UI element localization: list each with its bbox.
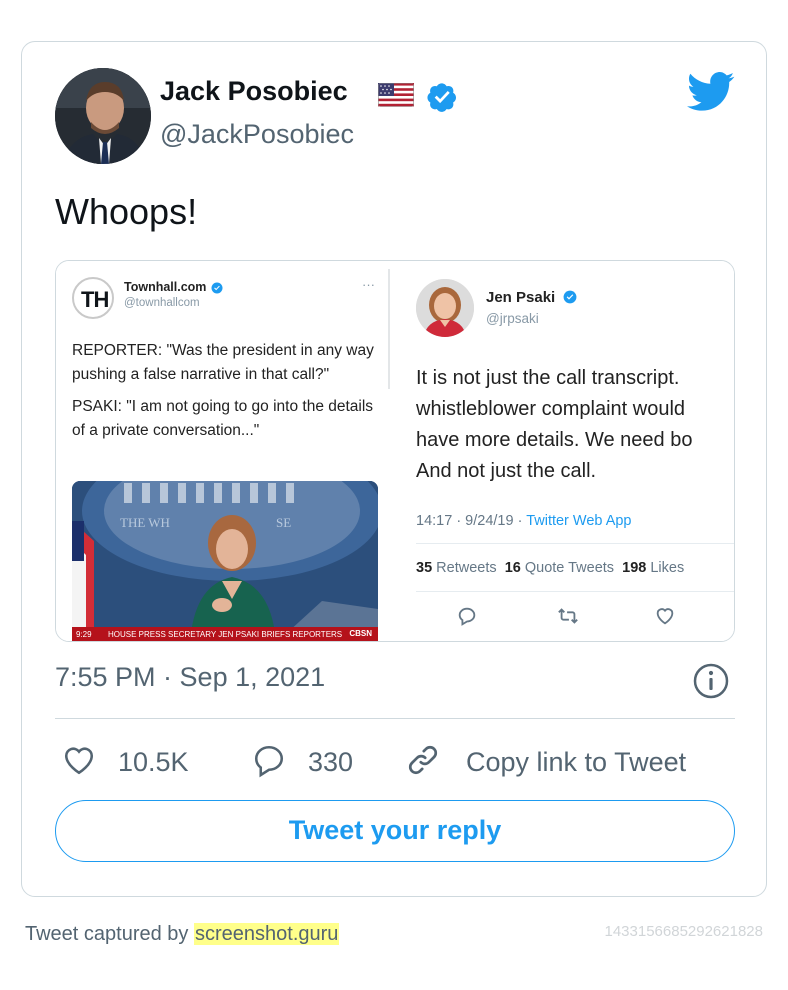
townhall-tweet-body: REPORTER: "Was the president in any way … bbox=[72, 339, 384, 451]
video-chyron-text: HOUSE PRESS SECRETARY JEN PSAKI BRIEFS R… bbox=[108, 630, 343, 639]
verified-badge-icon bbox=[211, 281, 223, 299]
townhall-name: Townhall.com bbox=[124, 280, 207, 294]
capture-credit-prefix: Tweet captured by bbox=[25, 923, 194, 945]
quotes-label: Quote Tweets bbox=[524, 560, 615, 576]
author-name[interactable]: Jack Posobiec bbox=[160, 76, 348, 107]
psaki-tweet-meta: 14:17 · 9/24/19 · Twitter Web App bbox=[416, 513, 632, 529]
psaki-tweet-stats: 35 Retweets 16 Quote Tweets 198 Likes bbox=[416, 560, 684, 576]
psaki-body-line: whistleblower complaint would bbox=[416, 398, 686, 420]
panel-divider bbox=[388, 269, 390, 389]
quoted-townhall-tweet: TH Townhall.com @townhallcom ··· REPORTE… bbox=[56, 261, 389, 641]
press-briefing-video-still: THE WH SE 9:29 HOUSE PRESS SECRETARY JEN… bbox=[72, 481, 378, 641]
quoted-psaki-tweet: Jen Psaki @jrpsaki It is not just the ca… bbox=[392, 261, 734, 641]
retweets-label: Retweets bbox=[436, 560, 497, 576]
townhall-handle: @townhallcom bbox=[124, 297, 200, 309]
speech-bubble-icon bbox=[250, 742, 288, 783]
network-logo: CBSN bbox=[349, 629, 372, 638]
tweet-media-image[interactable]: TH Townhall.com @townhallcom ··· REPORTE… bbox=[55, 260, 735, 642]
screenshot-guru-link[interactable]: screenshot.guru bbox=[193, 923, 340, 945]
psaki-tweet-body: It is not just the call transcript. whis… bbox=[416, 363, 734, 487]
tweet-your-reply-button[interactable]: Tweet your reply bbox=[55, 800, 735, 862]
author-handle[interactable]: @JackPosobiec bbox=[160, 119, 354, 150]
copy-link-button[interactable]: Copy link to Tweet bbox=[404, 742, 686, 782]
copy-link-label: Copy link to Tweet bbox=[466, 746, 687, 777]
more-icon: ··· bbox=[362, 277, 375, 292]
reply-icon bbox=[456, 605, 478, 632]
retweet-icon bbox=[556, 605, 580, 632]
psaki-avatar bbox=[416, 279, 474, 337]
townhall-logo-text: TH bbox=[81, 287, 109, 312]
likes-count: 198 bbox=[622, 560, 647, 576]
tweet-id: 1433156685292621828 bbox=[604, 923, 763, 940]
tweet-timestamp[interactable]: 7:55 PM · Sep 1, 2021 bbox=[55, 662, 325, 693]
twitter-bird-icon[interactable] bbox=[687, 72, 735, 117]
verified-badge-icon bbox=[426, 81, 458, 118]
townhall-body-line: PSAKI: "I am not going to go into the de… bbox=[72, 398, 374, 439]
townhall-logo: TH bbox=[72, 277, 114, 319]
us-flag-icon bbox=[378, 83, 414, 112]
svg-text:SE: SE bbox=[276, 515, 291, 530]
heart-icon bbox=[60, 742, 98, 783]
verified-badge-icon bbox=[563, 290, 577, 309]
like-button[interactable]: 10.5K bbox=[60, 742, 189, 782]
tweet-card: Jack Posobiec @JackPosobiec Whoops! TH T… bbox=[21, 41, 767, 897]
psaki-tweet-app: Twitter Web App bbox=[526, 513, 632, 529]
capture-credit: Tweet captured by screenshot.guru bbox=[25, 923, 340, 946]
divider bbox=[416, 591, 734, 592]
reply-button[interactable]: 330 bbox=[250, 742, 353, 782]
reply-count: 330 bbox=[308, 746, 354, 777]
psaki-tweet-time: 14:17 · 9/24/19 · bbox=[416, 513, 527, 529]
divider bbox=[416, 543, 734, 544]
like-count: 10.5K bbox=[118, 746, 189, 777]
divider bbox=[55, 718, 735, 719]
video-time: 9:29 bbox=[76, 630, 92, 639]
psaki-name: Jen Psaki bbox=[486, 289, 556, 306]
author-avatar[interactable] bbox=[55, 68, 151, 164]
psaki-body-line: It is not just the call transcript. bbox=[416, 367, 680, 389]
video-chyron: 9:29 HOUSE PRESS SECRETARY JEN PSAKI BRI… bbox=[72, 627, 378, 641]
likes-label: Likes bbox=[650, 560, 685, 576]
psaki-handle: @jrpsaki bbox=[486, 311, 539, 326]
quotes-count: 16 bbox=[504, 560, 521, 576]
tweet-text: Whoops! bbox=[55, 191, 198, 232]
psaki-body-line: have more details. We need bo bbox=[416, 429, 693, 451]
psaki-body-line: And not just the call. bbox=[416, 460, 597, 482]
info-icon[interactable] bbox=[692, 662, 730, 705]
svg-text:THE WH: THE WH bbox=[120, 515, 170, 530]
heart-icon bbox=[654, 605, 676, 632]
townhall-body-line: REPORTER: "Was the president in any way … bbox=[72, 342, 374, 383]
retweets-count: 35 bbox=[416, 560, 433, 576]
link-icon bbox=[404, 741, 442, 784]
